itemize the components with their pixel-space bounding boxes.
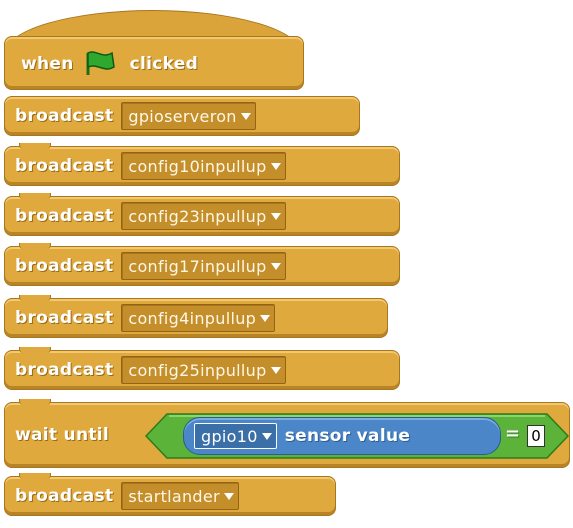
broadcast-block-5[interactable]: broadcast config4inpullup — [4, 295, 388, 338]
sensor-value-reporter[interactable]: gpio10 sensor value — [183, 417, 501, 455]
message-value: config25inpullup — [128, 360, 267, 380]
message-dropdown[interactable]: config25inpullup — [121, 356, 286, 384]
message-value: config4inpullup — [128, 308, 257, 328]
chevron-down-icon — [270, 262, 281, 270]
broadcast-label: broadcast — [15, 206, 114, 226]
sensor-dropdown[interactable]: gpio10 — [194, 423, 277, 449]
message-dropdown[interactable]: config10inpullup — [121, 152, 286, 180]
message-value: gpioserveron — [128, 106, 237, 126]
chevron-down-icon — [223, 492, 234, 500]
chevron-down-icon — [261, 432, 272, 440]
broadcast-label: broadcast — [15, 256, 114, 276]
chevron-down-icon — [270, 162, 281, 170]
broadcast-block-1[interactable]: broadcast gpioserveron — [4, 96, 360, 136]
chevron-down-icon — [240, 112, 251, 120]
green-flag-icon — [82, 49, 122, 79]
message-value: config17inpullup — [128, 256, 267, 276]
broadcast-label: broadcast — [15, 106, 114, 126]
message-dropdown[interactable]: gpioserveron — [121, 102, 256, 130]
message-value: config23inpullup — [128, 206, 267, 226]
broadcast-block-6[interactable]: broadcast config25inpullup — [4, 347, 400, 390]
broadcast-label: broadcast — [15, 486, 114, 506]
message-dropdown[interactable]: config4inpullup — [121, 304, 276, 332]
compare-value-input[interactable]: 0 — [527, 425, 545, 447]
message-dropdown[interactable]: startlander — [121, 482, 239, 510]
sensor-name: gpio10 — [201, 426, 258, 446]
chevron-down-icon — [270, 366, 281, 374]
when-label: when — [21, 54, 74, 74]
when-flag-clicked-block[interactable]: when clicked — [4, 36, 304, 90]
broadcast-block-4[interactable]: broadcast config17inpullup — [4, 243, 400, 286]
broadcast-label: broadcast — [15, 308, 114, 328]
clicked-label: clicked — [129, 54, 199, 74]
sensor-value-label: sensor value — [284, 426, 411, 446]
broadcast-label: broadcast — [15, 156, 114, 176]
message-dropdown[interactable]: config23inpullup — [121, 202, 286, 230]
message-value: config10inpullup — [128, 156, 267, 176]
chevron-down-icon — [270, 212, 281, 220]
message-value: startlander — [128, 486, 220, 506]
script-stack[interactable]: when clicked broadcast gpioserveron broa… — [0, 0, 573, 528]
broadcast-block-2[interactable]: broadcast config10inpullup — [4, 143, 400, 186]
broadcast-block-3[interactable]: broadcast config23inpullup — [4, 193, 400, 236]
broadcast-label: broadcast — [15, 360, 114, 380]
chevron-down-icon — [260, 314, 271, 322]
wait-until-block[interactable]: wait until gpio10 sensor value = 0 — [4, 399, 570, 468]
broadcast-block-7[interactable]: broadcast startlander — [4, 473, 336, 516]
message-dropdown[interactable]: config17inpullup — [121, 252, 286, 280]
equals-sign: = — [505, 423, 521, 444]
